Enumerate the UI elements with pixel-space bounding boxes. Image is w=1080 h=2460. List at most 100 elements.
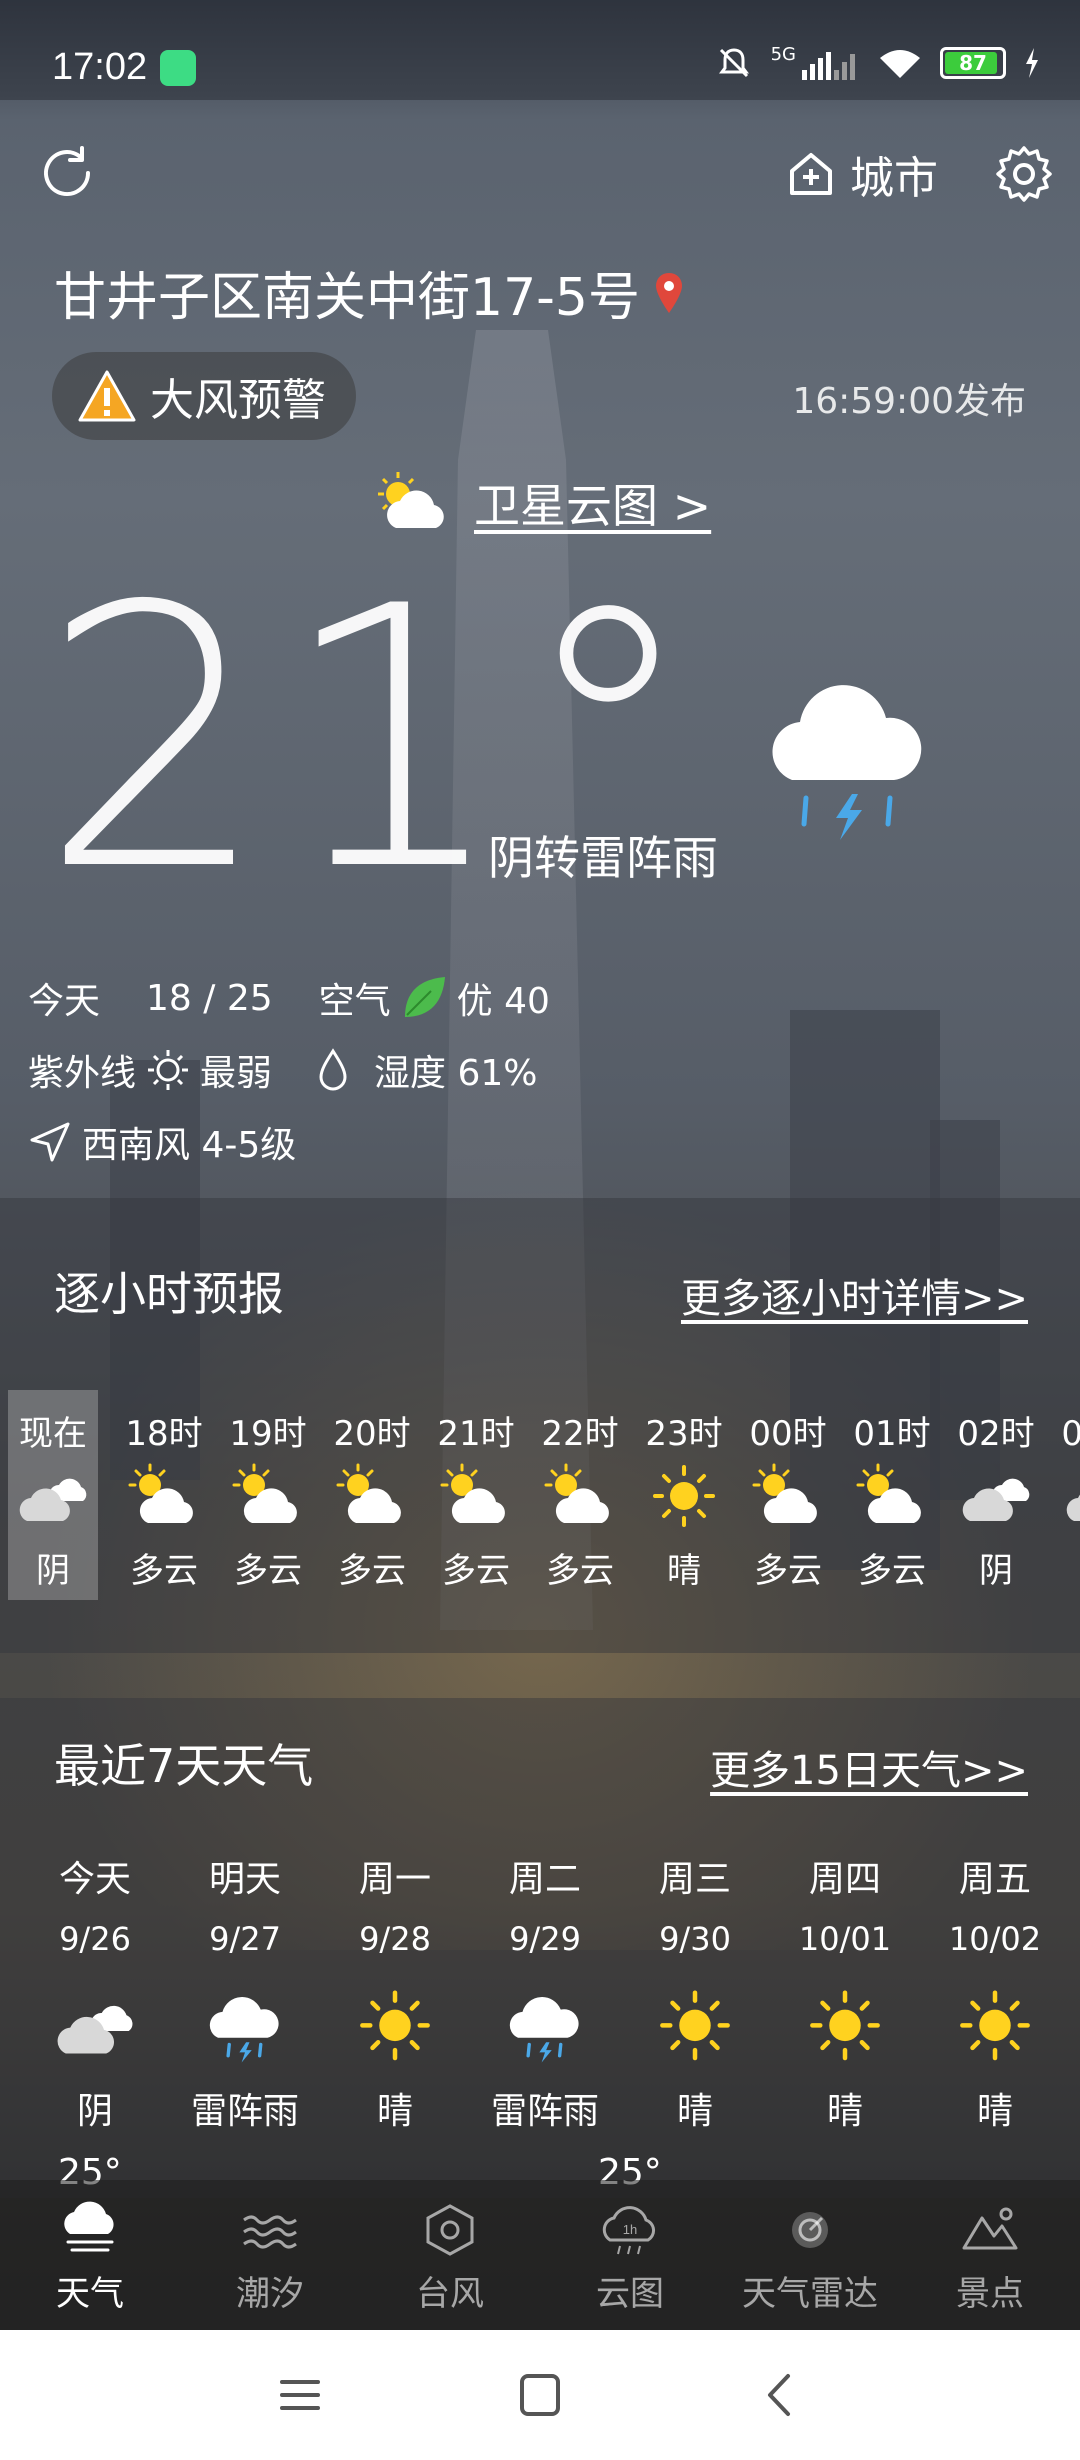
cloudy-icon — [50, 1986, 140, 2066]
sunny-icon — [650, 1986, 740, 2066]
hourly-condition: 阴 — [1048, 1543, 1080, 1592]
partly-cloudy-icon — [124, 1461, 204, 1531]
location-title[interactable]: 甘井子区南关中街17-5号 — [54, 255, 683, 330]
settings-gear-icon[interactable] — [994, 144, 1054, 204]
today-temp-range: 18 / 25 — [146, 977, 273, 1019]
partly-cloudy-icon — [748, 1461, 828, 1531]
satellite-cloud-link[interactable]: 卫星云图 > — [370, 468, 711, 538]
thunderstorm-icon — [200, 1986, 290, 2066]
hourly-more-link[interactable]: 更多逐小时详情>> — [681, 1266, 1028, 1324]
hourly-time: 18时 — [125, 1414, 203, 1454]
cloudy-icon — [1060, 1461, 1080, 1531]
menu-icon[interactable] — [270, 2370, 330, 2420]
hourly-item: 22时多云 — [528, 1390, 632, 1600]
hourly-time: 19时 — [229, 1414, 307, 1454]
daily-date: 9/27 — [209, 1920, 281, 1958]
wind-row: 西南风 4-5级 — [28, 1116, 296, 1168]
nav-item-typhoon[interactable]: 台风 — [360, 2180, 540, 2330]
hourly-condition: 多云 — [754, 1551, 822, 1591]
back-icon[interactable] — [750, 2370, 810, 2420]
nav-item-label: 天气雷达 — [742, 2274, 878, 2314]
scenic-icon — [958, 2200, 1022, 2260]
nav-item-scenic[interactable]: 景点 — [900, 2180, 1080, 2330]
sunny-icon — [800, 1986, 890, 2066]
daily-item: 周五 10/02 晴 — [920, 1850, 1070, 2134]
daily-day: 周二 — [508, 1859, 581, 1900]
partly-cloudy-icon — [852, 1461, 932, 1531]
thunderstorm-icon — [500, 1986, 590, 2066]
satellite-link-label: 卫星云图 > — [474, 479, 712, 533]
current-condition: 阴转雷阵雨 — [488, 831, 718, 885]
hourly-item: 19时 多云 — [216, 1390, 320, 1600]
hourly-time: 00时 — [749, 1414, 827, 1454]
daily-condition: 晴 — [976, 2091, 1013, 2132]
nav-item-label: 台风 — [416, 2274, 484, 2314]
today-label: 今天 — [28, 981, 101, 1022]
wind-value: 西南风 4-5级 — [82, 1125, 297, 1166]
cloud-map-icon: 1h — [598, 2200, 662, 2260]
hourly-condition: 阴 — [36, 1551, 70, 1591]
sunny-icon — [350, 1986, 440, 2066]
daily-date: 9/29 — [509, 1920, 581, 1958]
city-button[interactable]: 城市 — [786, 142, 938, 206]
hourly-time: 02时 — [957, 1414, 1035, 1454]
warning-triangle-icon — [78, 370, 136, 422]
daily-item: 今天 9/26 阴 — [20, 1850, 170, 2134]
status-time: 17:02 — [52, 46, 148, 88]
hourly-condition: 多云 — [546, 1551, 614, 1591]
hourly-list[interactable]: 现在阴 18时 多云 19时 多云 20时 多云 21时 多云 22时 多云 23时晴 00时 多云 01时… — [8, 1390, 1080, 1600]
uv-label: 紫外线 — [28, 1053, 137, 1094]
hourly-condition: 多云 — [442, 1551, 510, 1591]
refresh-icon[interactable] — [36, 142, 98, 204]
sun-outline-icon — [148, 1050, 189, 1090]
hourly-time: 01时 — [853, 1414, 931, 1454]
daily-more-link[interactable]: 更多15日天气>> — [710, 1738, 1028, 1796]
bottom-navigation: 天气 潮汐 台风 1h 云图 天气雷达 景点 — [0, 2180, 1080, 2330]
battery-indicator: 87 — [940, 47, 1006, 79]
wind-direction-icon — [30, 1122, 70, 1162]
hourly-item: 23时晴 — [632, 1390, 736, 1600]
daily-condition: 晴 — [676, 2091, 713, 2132]
cloudy-icon — [13, 1461, 93, 1531]
daily-day: 周一 — [358, 1859, 431, 1900]
weather-alert-badge[interactable]: 大风预警 — [52, 352, 356, 440]
daily-title: 最近7天天气 — [54, 1739, 314, 1793]
partly-cloudy-icon — [378, 472, 444, 528]
nav-item-weather[interactable]: 天气 — [0, 2180, 180, 2330]
hourly-item: 01时 多云 — [840, 1390, 944, 1600]
daily-day: 周四 — [808, 1859, 881, 1900]
hourly-time: 23时 — [645, 1414, 723, 1454]
nav-item-radar[interactable]: 天气雷达 — [720, 2180, 900, 2330]
svg-text:1h: 1h — [623, 2222, 637, 2237]
network-type: 5G — [770, 43, 796, 65]
partly-cloudy-icon — [540, 1461, 620, 1531]
home-add-icon — [790, 153, 832, 195]
daily-day: 今天 — [58, 1859, 131, 1900]
hourly-time: 22时 — [541, 1414, 619, 1454]
tide-icon — [238, 2200, 302, 2260]
daily-day: 明天 — [208, 1859, 281, 1900]
location-pin-icon — [656, 272, 683, 313]
hourly-time: 03时 — [1061, 1414, 1080, 1454]
daily-date: 9/28 — [359, 1920, 431, 1958]
hourly-time: 21时 — [437, 1414, 515, 1454]
nav-item-tide[interactable]: 潮汐 — [180, 2180, 360, 2330]
air-label: 空气 — [318, 981, 391, 1022]
daily-day: 周三 — [658, 1859, 731, 1900]
status-icons: 5G 87 — [715, 44, 1040, 82]
daily-condition: 晴 — [376, 2091, 413, 2132]
partly-cloudy-icon — [332, 1461, 412, 1531]
home-icon[interactable] — [510, 2370, 570, 2420]
nav-item-label: 景点 — [956, 2274, 1024, 2314]
leaf-icon — [404, 977, 445, 1017]
uv-value: 最弱 — [200, 1053, 273, 1094]
nav-item-cloud-map[interactable]: 1h 云图 — [540, 2180, 720, 2330]
hourly-item: 00时多云 — [736, 1390, 840, 1600]
hourly-item: 02时阴 — [944, 1390, 1048, 1600]
daily-condition: 晴 — [826, 2091, 863, 2132]
daily-date: 9/30 — [659, 1920, 731, 1958]
daily-list[interactable]: 今天 9/26 阴明天 9/27 雷阵雨 周一 9/28 晴周二 9/29 雷阵雨 周三 9/30 晴周… — [20, 1850, 1070, 2134]
weather-icon — [58, 2200, 122, 2260]
cloudy-icon — [956, 1461, 1036, 1531]
daily-date: 10/02 — [948, 1920, 1042, 1958]
